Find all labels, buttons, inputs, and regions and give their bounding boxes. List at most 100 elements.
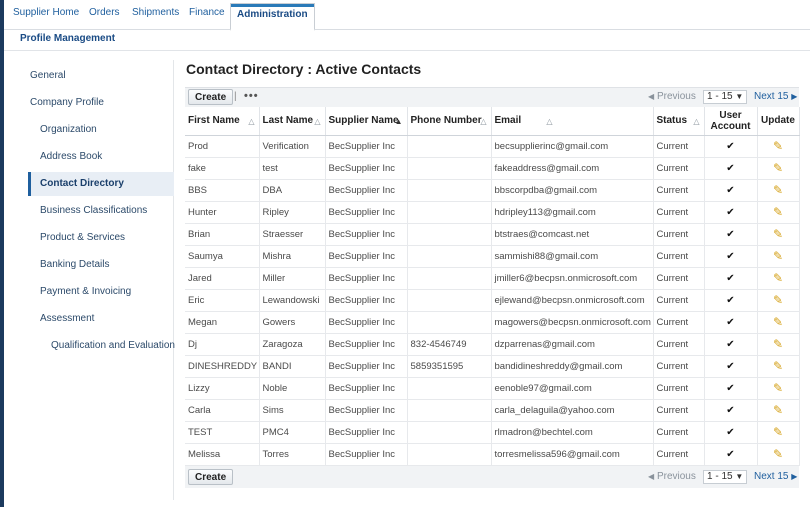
sidebar-item-qualification-evaluation[interactable]: Qualification and Evaluation: [51, 340, 175, 351]
tab-supplier-home[interactable]: Supplier Home: [13, 7, 79, 18]
previous-link-bottom: ◀ Previous: [648, 471, 696, 482]
pencil-icon[interactable]: ✎: [773, 425, 783, 439]
phone-number-cell: [407, 289, 492, 312]
status-cell: Current: [653, 377, 705, 400]
pencil-icon[interactable]: ✎: [773, 315, 783, 329]
pencil-icon[interactable]: ✎: [773, 447, 783, 461]
next-link[interactable]: Next 15 ▶: [754, 91, 797, 102]
table-row: Eric Lewandowski BecSupplier Inc ejlewand@b…: [185, 289, 800, 312]
table-row: Dj Zaragoza BecSupplier Inc 832-4546749 dzpa…: [185, 333, 800, 356]
sort-triangle-icon[interactable]: △: [248, 116, 254, 127]
create-button-bottom[interactable]: Create: [188, 469, 234, 485]
sidebar-item-general[interactable]: General: [30, 70, 66, 81]
next-label: Next 15: [754, 471, 789, 482]
column-header-phone-number[interactable]: Phone Number △: [407, 107, 492, 136]
phone-number-cell: 832-4546749: [407, 333, 492, 356]
sidebar-item-contact-directory[interactable]: Contact Directory: [28, 172, 174, 196]
update-cell: ✎: [757, 201, 800, 224]
pencil-icon[interactable]: ✎: [773, 183, 783, 197]
user-account-cell: ✔: [704, 333, 758, 356]
pencil-icon[interactable]: ✎: [773, 359, 783, 373]
tab-administration[interactable]: Administration: [230, 3, 315, 31]
sort-triangle-icon[interactable]: △: [480, 116, 486, 127]
user-account-cell: ✔: [704, 267, 758, 290]
sidebar-item-business-classifications[interactable]: Business Classifications: [40, 205, 147, 216]
table-row: Megan Gowers BecSupplier Inc magowers@becps…: [185, 311, 800, 334]
phone-number-cell: [407, 201, 492, 224]
user-account-cell: ✔: [704, 289, 758, 312]
user-account-cell: ✔: [704, 399, 758, 422]
update-cell: ✎: [757, 311, 800, 334]
sort-triangle-icon[interactable]: △: [693, 116, 699, 127]
user-account-cell: ✔: [704, 135, 758, 158]
first-name-cell: Melissa: [185, 443, 260, 466]
more-actions-icon[interactable]: •••: [244, 90, 259, 102]
pencil-icon[interactable]: ✎: [773, 381, 783, 395]
table-row: Lizzy Noble BecSupplier Inc eenoble97@gmail…: [185, 377, 800, 400]
column-header-status[interactable]: Status △: [653, 107, 705, 136]
table-row: TEST PMC4 BecSupplier Inc rlmadron@bechtel.…: [185, 421, 800, 444]
pencil-icon[interactable]: ✎: [773, 139, 783, 153]
first-name-cell: fake: [185, 157, 260, 180]
create-button[interactable]: Create: [188, 89, 234, 105]
last-name-cell: Miller: [259, 267, 326, 290]
pencil-icon[interactable]: ✎: [773, 227, 783, 241]
subnav-profile-management[interactable]: Profile Management: [20, 33, 115, 44]
page-range-select[interactable]: 1 - 15 ▼: [703, 90, 748, 104]
email-cell: becsupplierinc@gmail.com: [491, 135, 654, 158]
table-row: Hunter Ripley BecSupplier Inc hdripley113@g…: [185, 201, 800, 224]
sidebar-item-company-profile[interactable]: Company Profile: [30, 97, 104, 108]
pencil-icon[interactable]: ✎: [773, 161, 783, 175]
supplier-name-cell: BecSupplier Inc: [325, 289, 408, 312]
pencil-icon[interactable]: ✎: [773, 403, 783, 417]
email-cell: hdripley113@gmail.com: [491, 201, 654, 224]
status-cell: Current: [653, 157, 705, 180]
sidebar-item-assessment[interactable]: Assessment: [40, 313, 94, 324]
page-range-select-bottom[interactable]: 1 - 15 ▼: [703, 470, 748, 484]
tab-finance[interactable]: Finance: [189, 7, 225, 18]
column-header-last-name[interactable]: Last Name △: [259, 107, 326, 136]
column-header-first-name[interactable]: First Name △: [185, 107, 260, 136]
check-icon: ✔: [726, 382, 735, 394]
sidebar-item-payment-invoicing[interactable]: Payment & Invoicing: [40, 286, 131, 297]
sort-triangle-icon[interactable]: ▲: [395, 116, 403, 127]
pencil-icon[interactable]: ✎: [773, 271, 783, 285]
pencil-icon[interactable]: ✎: [773, 293, 783, 307]
column-header-supplier-name[interactable]: Supplier Name ▲: [325, 107, 408, 136]
email-cell: torresmelissa596@gmail.com: [491, 443, 654, 466]
email-cell: rlmadron@bechtel.com: [491, 421, 654, 444]
phone-number-cell: [407, 157, 492, 180]
first-name-cell: Brian: [185, 223, 260, 246]
status-cell: Current: [653, 289, 705, 312]
check-icon: ✔: [726, 448, 735, 460]
left-arrow-icon: ◀: [648, 92, 655, 101]
status-cell: Current: [653, 421, 705, 444]
check-icon: ✔: [726, 228, 735, 240]
sort-triangle-icon[interactable]: △: [314, 116, 320, 127]
tab-shipments[interactable]: Shipments: [132, 7, 179, 18]
supplier-name-cell: BecSupplier Inc: [325, 223, 408, 246]
pencil-icon[interactable]: ✎: [773, 249, 783, 263]
check-icon: ✔: [726, 206, 735, 218]
column-label: Supplier Name: [328, 115, 399, 127]
check-icon: ✔: [726, 184, 735, 196]
next-link-bottom[interactable]: Next 15 ▶: [754, 471, 797, 482]
last-name-cell: Ripley: [259, 201, 326, 224]
previous-link: ◀ Previous: [648, 91, 696, 102]
user-account-cell: ✔: [704, 157, 758, 180]
sidebar-item-address-book[interactable]: Address Book: [40, 151, 102, 162]
sort-triangle-icon[interactable]: △: [546, 116, 552, 127]
pencil-icon[interactable]: ✎: [773, 205, 783, 219]
status-cell: Current: [653, 333, 705, 356]
tab-orders[interactable]: Orders: [89, 7, 120, 18]
phone-number-cell: [407, 135, 492, 158]
sidebar-item-product-services[interactable]: Product & Services: [40, 232, 125, 243]
check-icon: ✔: [726, 140, 735, 152]
last-name-cell: Sims: [259, 399, 326, 422]
sidebar-item-banking-details[interactable]: Banking Details: [40, 259, 109, 270]
supplier-name-cell: BecSupplier Inc: [325, 377, 408, 400]
column-header-email[interactable]: Email △: [491, 107, 654, 136]
pencil-icon[interactable]: ✎: [773, 337, 783, 351]
last-name-cell: Zaragoza: [259, 333, 326, 356]
sidebar-item-organization[interactable]: Organization: [40, 124, 97, 135]
